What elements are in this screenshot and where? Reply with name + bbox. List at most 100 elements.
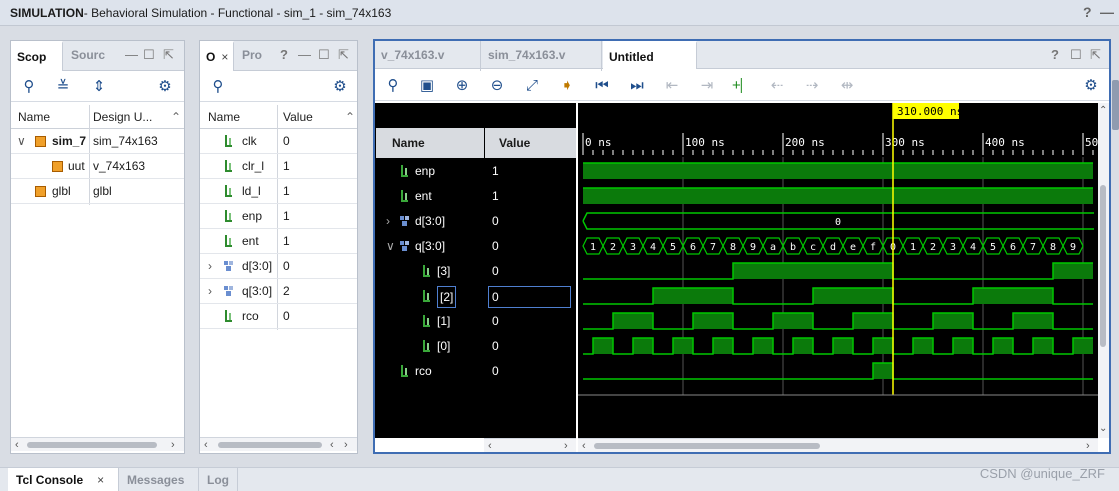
add-marker-icon[interactable]: +⎸: [732, 76, 756, 96]
scroll-right-icon[interactable]: ›: [344, 438, 348, 452]
search-icon[interactable]: ⚲: [19, 77, 39, 97]
close-icon[interactable]: ×: [97, 473, 104, 487]
wave-signal-name[interactable]: [0]: [437, 334, 450, 359]
scroll-right-icon[interactable]: ›: [564, 439, 568, 453]
float-icon[interactable]: ⇱: [163, 47, 174, 63]
scroll-thumb[interactable]: [218, 442, 322, 448]
scope-row[interactable]: ∨ sim_7 sim_74x163: [11, 129, 184, 154]
col-value[interactable]: Value: [499, 136, 530, 150]
waveform-viewer[interactable]: 0 ns 100 ns 200 ns 300 ns 400 ns 50 0 1 2 3 4 5 6 7 8 9…: [578, 103, 1098, 439]
scroll-up-icon[interactable]: ⌃: [1099, 105, 1107, 116]
gear-icon[interactable]: ⚙: [330, 77, 350, 97]
wave-signal-name[interactable]: d[3:0]: [415, 209, 445, 234]
help-icon[interactable]: ?: [1083, 4, 1092, 20]
scope-hscroll[interactable]: ‹ ›: [11, 437, 184, 451]
maximize-icon[interactable]: ☐: [318, 47, 330, 63]
tab-messages[interactable]: Messages: [118, 468, 192, 491]
float-icon[interactable]: ⇱: [338, 47, 349, 63]
object-row[interactable]: rco 0: [200, 304, 357, 329]
tab-tcl-console[interactable]: Tcl Console ×: [8, 468, 118, 491]
object-row[interactable]: ld_l 1: [200, 179, 357, 204]
objects-hscroll[interactable]: ‹ ‹ ›: [200, 437, 357, 451]
expand-toggle-icon[interactable]: ›: [386, 209, 390, 234]
col-name[interactable]: Name: [208, 105, 240, 129]
scroll-thumb[interactable]: [1100, 185, 1106, 347]
previous-marker-icon[interactable]: ⇠: [767, 76, 787, 96]
wave-signal-name[interactable]: ent: [415, 184, 432, 209]
scroll-left-icon[interactable]: ‹: [488, 439, 492, 453]
go-to-start-icon[interactable]: ⏮: [592, 76, 612, 96]
expand-toggle-icon[interactable]: ›: [208, 279, 212, 303]
wave-signal-name[interactable]: [1]: [437, 309, 450, 334]
object-row[interactable]: clr_l 1: [200, 154, 357, 179]
help-icon[interactable]: ?: [1051, 47, 1059, 62]
search-icon[interactable]: ⚲: [208, 77, 228, 97]
wave-signal-name[interactable]: enp: [415, 159, 435, 184]
go-to-cursor-icon[interactable]: ➧: [557, 76, 577, 96]
col-design-unit[interactable]: Design U...: [93, 105, 163, 129]
object-row[interactable]: ent 1: [200, 229, 357, 254]
tab-scope[interactable]: Scop: [11, 41, 63, 71]
col-name[interactable]: Name: [18, 105, 50, 129]
wave-signal-name[interactable]: rco: [415, 359, 432, 384]
wave-hscroll[interactable]: ‹ ›: [578, 438, 1098, 452]
scroll-right-icon[interactable]: ›: [1086, 439, 1090, 453]
wave-signal-name[interactable]: q[3:0]: [415, 234, 445, 259]
scope-row[interactable]: uut v_74x163: [11, 154, 184, 179]
next-transition-icon[interactable]: ⇥: [697, 76, 717, 96]
minimize-icon[interactable]: —: [125, 47, 138, 62]
expand-all-icon[interactable]: ⇕: [89, 77, 109, 97]
expand-toggle-icon[interactable]: ∨: [386, 234, 395, 259]
scroll-right-icon[interactable]: ›: [171, 438, 175, 452]
float-icon[interactable]: ⇱: [1090, 47, 1101, 63]
tab-sources[interactable]: Sourc: [65, 41, 111, 71]
next-marker-icon[interactable]: ⇢: [802, 76, 822, 96]
search-icon[interactable]: ⚲: [383, 76, 403, 96]
tab-sim74x163[interactable]: sim_74x163.v: [482, 41, 602, 71]
tab-objects[interactable]: O ×: [200, 41, 234, 71]
wave-vscroll[interactable]: ⌃ ⌄: [1098, 103, 1109, 438]
wave-signal-name[interactable]: [3]: [437, 259, 450, 284]
scope-row[interactable]: glbl glbl: [11, 179, 184, 204]
previous-transition-icon[interactable]: ⇤: [662, 76, 682, 96]
scroll-thumb[interactable]: [594, 443, 820, 449]
wave-signal-name[interactable]: [2]: [437, 286, 457, 308]
collapse-all-icon[interactable]: ≚: [53, 77, 73, 97]
scroll-left-icon[interactable]: ‹: [582, 439, 586, 453]
scroll-left-icon[interactable]: ‹: [204, 438, 208, 452]
object-row[interactable]: enp 1: [200, 204, 357, 229]
tab-log[interactable]: Log: [198, 468, 238, 491]
object-row[interactable]: › d[3:0] 0: [200, 254, 357, 279]
zoom-in-icon[interactable]: ⊕: [452, 76, 472, 96]
tab-untitled1[interactable]: Untitled 1×: [603, 41, 697, 92]
close-icon[interactable]: ×: [221, 50, 228, 64]
tab-protocol[interactable]: Pro: [236, 41, 268, 71]
gear-icon[interactable]: ⚙: [1081, 76, 1101, 96]
zoom-out-icon[interactable]: ⊖: [487, 76, 507, 96]
minimize-icon[interactable]: —: [298, 47, 311, 62]
expand-toggle-icon[interactable]: ∨: [17, 129, 26, 153]
scroll-down-icon[interactable]: ⌄: [1099, 423, 1107, 434]
minimize-button[interactable]: —: [1100, 4, 1114, 20]
col-name[interactable]: Name: [392, 136, 425, 150]
tab-v74x163[interactable]: v_74x163.v: [375, 41, 481, 71]
minimize-icon[interactable]: ☐: [1070, 47, 1082, 63]
object-row[interactable]: clk 0: [200, 129, 357, 154]
go-to-end-icon[interactable]: ⏭: [627, 76, 647, 96]
expand-toggle-icon[interactable]: ›: [208, 254, 212, 278]
scroll-up-icon[interactable]: ⌃: [171, 105, 181, 129]
help-icon[interactable]: ?: [280, 47, 288, 62]
object-row[interactable]: › q[3:0] 2: [200, 279, 357, 304]
swap-cursors-icon[interactable]: ⇹: [837, 76, 857, 96]
scroll-left-icon[interactable]: ‹: [330, 438, 334, 452]
scroll-thumb[interactable]: [27, 442, 157, 448]
scroll-up-icon[interactable]: ⌃: [345, 105, 355, 129]
gear-icon[interactable]: ⚙: [155, 77, 175, 97]
maximize-icon[interactable]: ☐: [143, 47, 155, 63]
side-collapse-handle[interactable]: [1112, 80, 1119, 130]
save-icon[interactable]: ▣: [417, 76, 437, 96]
zoom-fit-icon[interactable]: ⤢: [522, 76, 542, 96]
scroll-left-icon[interactable]: ‹: [15, 438, 19, 452]
col-value[interactable]: Value: [283, 105, 313, 129]
value-hscroll[interactable]: ‹ ›: [484, 438, 576, 452]
